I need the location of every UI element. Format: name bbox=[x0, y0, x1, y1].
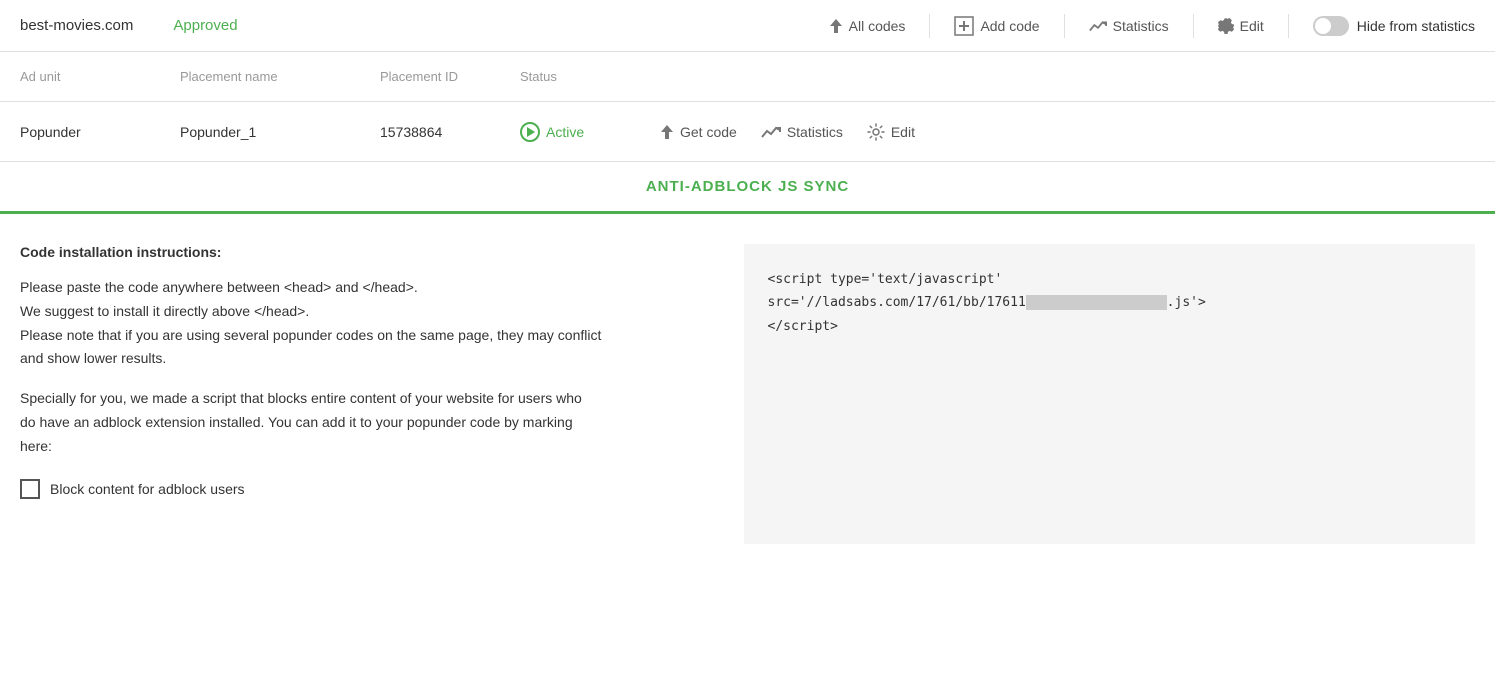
cell-placement-id: 15738864 bbox=[380, 124, 520, 140]
cell-placement-name: Popunder_1 bbox=[180, 124, 380, 140]
checkbox-row[interactable]: Block content for adblock users bbox=[20, 479, 704, 499]
instructions-spacer bbox=[20, 371, 704, 387]
row-statistics-button[interactable]: Statistics bbox=[761, 124, 843, 140]
row-edit-gear-icon bbox=[867, 123, 885, 141]
cell-ad-unit: Popunder bbox=[20, 124, 180, 140]
site-name: best-movies.com bbox=[20, 17, 133, 34]
approval-status: Approved bbox=[173, 17, 237, 34]
hide-from-statistics-toggle-container[interactable]: Hide from statistics bbox=[1313, 16, 1475, 36]
statistics-button[interactable]: Statistics bbox=[1089, 18, 1169, 34]
table-row: Popunder Popunder_1 15738864 Active Get … bbox=[0, 102, 1495, 162]
instructions-panel: Code installation instructions: Please p… bbox=[20, 244, 704, 544]
instructions-line2: We suggest to install it directly above … bbox=[20, 300, 704, 324]
instructions-line1: Please paste the code anywhere between <… bbox=[20, 276, 704, 300]
status-active-icon bbox=[520, 122, 540, 142]
separator-1 bbox=[929, 14, 930, 38]
instructions-line3: Please note that if you are using severa… bbox=[20, 324, 704, 348]
cell-actions: Get code Statistics Edit bbox=[660, 123, 1475, 141]
get-code-button[interactable]: Get code bbox=[660, 124, 737, 140]
instructions-line6: do have an adblock extension installed. … bbox=[20, 411, 704, 435]
block-adblock-checkbox[interactable] bbox=[20, 479, 40, 499]
statistics-icon bbox=[1089, 19, 1107, 33]
col-header-status: Status bbox=[520, 69, 660, 84]
block-adblock-label[interactable]: Block content for adblock users bbox=[50, 481, 245, 497]
add-code-icon bbox=[954, 16, 974, 36]
cell-status: Active bbox=[520, 122, 660, 142]
all-codes-icon bbox=[829, 18, 843, 34]
row-statistics-icon bbox=[761, 125, 781, 139]
row-edit-button[interactable]: Edit bbox=[867, 123, 915, 141]
edit-button[interactable]: Edit bbox=[1218, 18, 1264, 34]
code-line2: src='//ladsabs.com/17/61/bb/17611.......… bbox=[768, 291, 1452, 314]
separator-4 bbox=[1288, 14, 1289, 38]
code-line1: <script type='text/javascript' bbox=[768, 268, 1452, 291]
separator-3 bbox=[1193, 14, 1194, 38]
code-block: <script type='text/javascript' src='//la… bbox=[744, 244, 1476, 544]
anti-adblock-header: ANTI-ADBLOCK JS SYNC bbox=[0, 162, 1495, 214]
table-header: Ad unit Placement name Placement ID Stat… bbox=[0, 52, 1495, 102]
instructions-line4: and show lower results. bbox=[20, 347, 704, 371]
code-line3: </script> bbox=[768, 315, 1452, 338]
status-text: Active bbox=[546, 124, 584, 140]
instructions-line5: Specially for you, we made a script that… bbox=[20, 387, 704, 411]
get-code-icon bbox=[660, 124, 674, 140]
content-area: Code installation instructions: Please p… bbox=[0, 214, 1495, 574]
instructions-title: Code installation instructions: bbox=[20, 244, 704, 260]
add-code-button[interactable]: Add code bbox=[954, 16, 1039, 36]
instructions-line7: here: bbox=[20, 435, 704, 459]
edit-gear-icon bbox=[1218, 18, 1234, 34]
header-bar: best-movies.com Approved All codes Add c… bbox=[0, 0, 1495, 52]
hide-statistics-label: Hide from statistics bbox=[1357, 18, 1475, 34]
col-header-placement-id: Placement ID bbox=[380, 69, 520, 84]
instructions-body: Please paste the code anywhere between <… bbox=[20, 276, 704, 459]
hide-statistics-toggle[interactable] bbox=[1313, 16, 1349, 36]
separator-2 bbox=[1064, 14, 1065, 38]
col-header-placement-name: Placement name bbox=[180, 69, 380, 84]
col-header-ad-unit: Ad unit bbox=[20, 69, 180, 84]
all-codes-button[interactable]: All codes bbox=[829, 18, 906, 34]
